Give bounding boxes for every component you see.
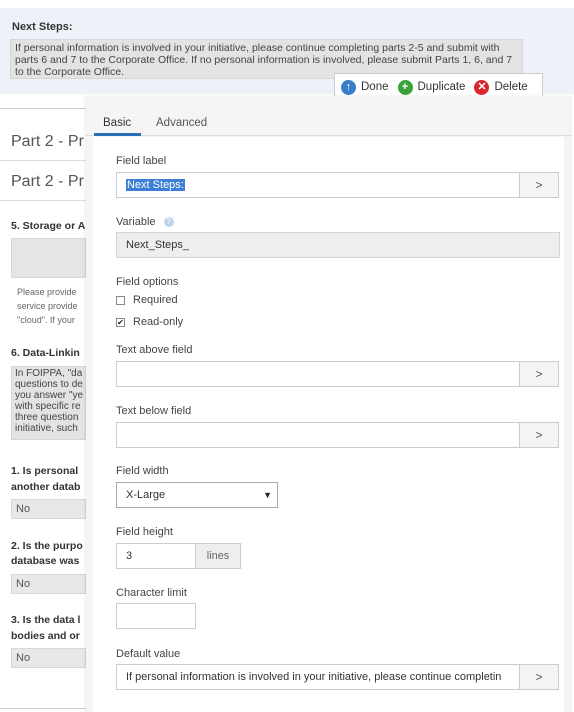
divider	[0, 108, 86, 109]
field-label-input[interactable]: Next Steps:	[116, 172, 520, 198]
readonly-label: Read-only	[133, 316, 184, 328]
plus-icon: +	[397, 79, 413, 95]
field-label-value: Next Steps:	[126, 179, 185, 191]
chevron-right-icon: >	[535, 178, 543, 192]
question-6-text: In FOIPPA, "da questions to de you answe…	[11, 366, 86, 440]
question-1-answer[interactable]: No	[11, 499, 86, 519]
text-below-input[interactable]	[116, 422, 520, 448]
text-above-expand-button[interactable]: >	[519, 361, 559, 387]
chevron-right-icon: >	[535, 670, 543, 684]
field-width-value: X-Large	[126, 489, 166, 501]
question-3-label: bodies and or	[11, 630, 80, 642]
required-label: Required	[133, 294, 178, 306]
field-label-label: Field label	[116, 155, 167, 167]
variable-input[interactable]: Next_Steps_	[116, 232, 560, 258]
question-5-help: "cloud". If your	[17, 315, 75, 325]
done-button[interactable]: ↑ Done	[341, 79, 389, 95]
field-height-unit: lines	[195, 543, 241, 569]
question-5-help: service provide	[17, 301, 78, 311]
readonly-option[interactable]: ✔ Read-only	[116, 316, 183, 328]
field-width-label: Field width	[116, 465, 169, 477]
text-below-label: Text below field	[116, 405, 192, 417]
question-3-label: 3. Is the data l	[11, 614, 81, 626]
editor-tabs: Basic Advanced	[86, 96, 572, 136]
field-editor-panel: Basic Advanced Field label Next Steps: >…	[86, 96, 572, 712]
question-1-label: 1. Is personal	[11, 465, 79, 477]
arrow-up-icon: ↑	[341, 79, 356, 95]
delete-button[interactable]: ✕ Delete	[474, 79, 528, 95]
question-6-text-line: three question	[15, 412, 79, 423]
delete-label: Delete	[494, 81, 528, 93]
char-limit-label: Character limit	[116, 587, 187, 599]
question-2-label: database was	[11, 555, 80, 567]
tab-basic[interactable]: Basic	[103, 117, 131, 129]
part-heading: Part 2 - Pr	[11, 133, 84, 150]
field-options-label: Field options	[116, 276, 179, 288]
next-steps-title: Next Steps:	[12, 21, 73, 33]
field-height-label: Field height	[116, 526, 173, 538]
question-5-field[interactable]	[11, 238, 86, 278]
part-heading: Part 2 - Pr	[11, 173, 84, 190]
question-5-label: 5. Storage or A	[11, 220, 85, 232]
default-value-label: Default value	[116, 648, 181, 660]
question-1-label: another datab	[11, 481, 81, 493]
chevron-right-icon: >	[535, 428, 543, 442]
close-icon: ✕	[474, 79, 490, 95]
field-width-select[interactable]: X-Large ▼	[116, 482, 278, 508]
help-icon[interactable]: ?	[163, 217, 174, 227]
required-checkbox[interactable]	[116, 295, 125, 305]
duplicate-button[interactable]: + Duplicate	[397, 79, 466, 95]
variable-label-text: Variable	[116, 216, 156, 228]
question-3-answer[interactable]: No	[11, 648, 86, 668]
field-label-expand-button[interactable]: >	[519, 172, 559, 198]
done-label: Done	[361, 81, 389, 93]
question-6-text-line: you answer "ye	[15, 390, 84, 401]
question-6-text-line: initiative, such	[15, 423, 78, 434]
divider	[0, 708, 86, 709]
dropdown-arrow-icon: ▼	[263, 490, 272, 500]
text-below-expand-button[interactable]: >	[519, 422, 559, 448]
required-option[interactable]: Required	[116, 294, 178, 306]
question-6-text-line: with specific re	[15, 401, 81, 412]
text-above-input[interactable]	[116, 361, 520, 387]
basic-settings: Field label Next Steps: > Variable? Next…	[93, 137, 564, 712]
question-5-help: Please provide	[17, 287, 77, 297]
default-value-input[interactable]: If personal information is involved in y…	[116, 664, 520, 690]
divider	[0, 160, 86, 161]
tab-advanced[interactable]: Advanced	[156, 117, 207, 129]
variable-label: Variable?	[116, 216, 174, 228]
char-limit-input[interactable]	[116, 603, 196, 629]
divider	[0, 200, 86, 201]
field-height-input[interactable]: 3	[116, 543, 196, 569]
duplicate-label: Duplicate	[417, 81, 466, 93]
default-value-expand-button[interactable]: >	[519, 664, 559, 690]
readonly-checkbox[interactable]: ✔	[116, 317, 125, 327]
chevron-right-icon: >	[535, 367, 543, 381]
text-above-label: Text above field	[116, 344, 193, 356]
active-tab-indicator	[94, 133, 141, 136]
question-2-label: 2. Is the purpo	[11, 540, 83, 552]
question-6-label: 6. Data-Linkin	[11, 347, 80, 359]
question-2-answer[interactable]: No	[11, 574, 86, 594]
question-6-text-line: questions to de	[15, 379, 83, 390]
question-6-text-line: In FOIPPA, "da	[15, 368, 83, 379]
